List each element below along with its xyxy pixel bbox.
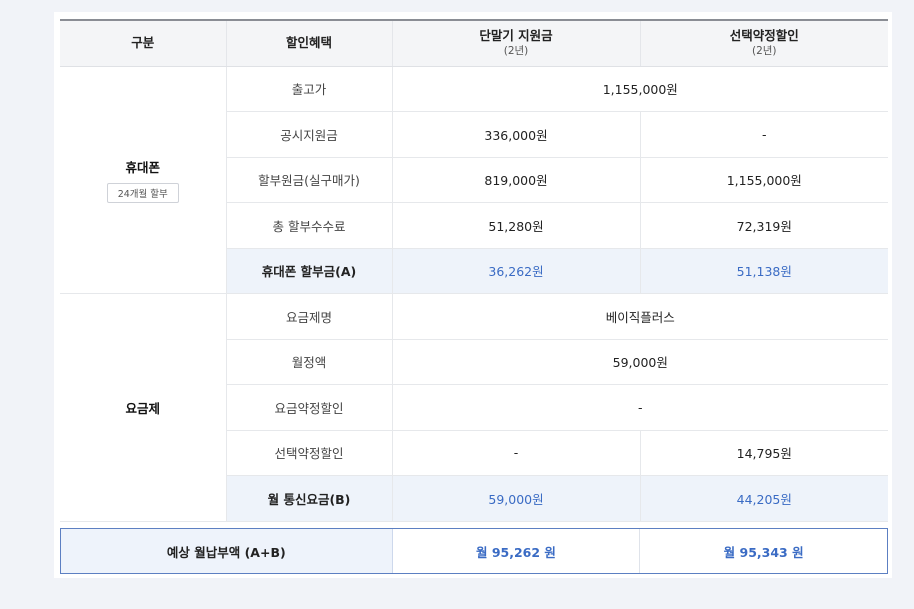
- row-merged-value: -: [391, 384, 888, 431]
- header-category: 구분: [60, 19, 226, 67]
- header-device-support: 단말기 지원금 (2년): [391, 19, 640, 67]
- header-benefit: 할인혜택: [225, 19, 392, 67]
- total-selective-value: 월 95,343 원: [640, 529, 887, 573]
- total-monthly-payment-row: 예상 월납부액 (A+B) 월 95,262 원 월 95,343 원: [60, 528, 888, 574]
- row-label: 공시지원금: [225, 111, 392, 158]
- header-selective-discount: 선택약정할인 (2년): [639, 19, 888, 67]
- row-support-value: 51,280원: [391, 202, 640, 249]
- group-plan: 요금제: [60, 293, 226, 522]
- row-label: 월 통신요금(B): [225, 475, 392, 522]
- row-selective-value: 14,795원: [639, 430, 888, 476]
- group-phone-label: 휴대폰: [125, 159, 160, 175]
- row-merged-value: 59,000원: [391, 339, 888, 385]
- group-plan-label: 요금제: [125, 400, 160, 416]
- price-comparison-table: 구분 할인혜택 단말기 지원금 (2년) 선택약정할인 (2년) 휴대폰 24개…: [60, 19, 888, 522]
- total-support-value: 월 95,262 원: [392, 529, 641, 573]
- row-label: 할부원금(실구매가): [225, 157, 392, 203]
- row-label: 총 할부수수료: [225, 202, 392, 249]
- group-phone: 휴대폰 24개월 할부: [60, 66, 226, 294]
- row-support-value: 819,000원: [391, 157, 640, 203]
- row-label: 요금제명: [225, 293, 392, 340]
- table-row: 휴대폰 24개월 할부 출고가 1,155,000원: [60, 66, 888, 294]
- row-label: 월정액: [225, 339, 392, 385]
- row-label: 요금약정할인: [225, 384, 392, 431]
- row-selective-value: 44,205원: [639, 475, 888, 522]
- row-support-value: 336,000원: [391, 111, 640, 158]
- total-label: 예상 월납부액 (A+B): [61, 529, 393, 573]
- row-support-value: 59,000원: [391, 475, 640, 522]
- installment-badge: 24개월 할부: [106, 182, 179, 203]
- row-label: 휴대폰 할부금(A): [225, 248, 392, 294]
- row-selective-value: -: [639, 111, 888, 158]
- row-merged-value: 1,155,000원: [391, 66, 888, 112]
- table-header-row: 구분 할인혜택 단말기 지원금 (2년) 선택약정할인 (2년): [60, 19, 888, 67]
- row-selective-value: 72,319원: [639, 202, 888, 249]
- row-label: 선택약정할인: [225, 430, 392, 476]
- table-row: 요금제 요금제명 베이직플러스: [60, 293, 888, 522]
- price-comparison-card: 구분 할인혜택 단말기 지원금 (2년) 선택약정할인 (2년) 휴대폰 24개…: [54, 12, 892, 578]
- row-support-value: -: [391, 430, 640, 476]
- row-label: 출고가: [225, 66, 392, 112]
- row-support-value: 36,262원: [391, 248, 640, 294]
- row-selective-value: 1,155,000원: [639, 157, 888, 203]
- header-device-support-period: (2년): [503, 44, 529, 57]
- row-selective-value: 51,138원: [639, 248, 888, 294]
- row-merged-value: 베이직플러스: [391, 293, 888, 340]
- header-selective-discount-period: (2년): [751, 44, 777, 57]
